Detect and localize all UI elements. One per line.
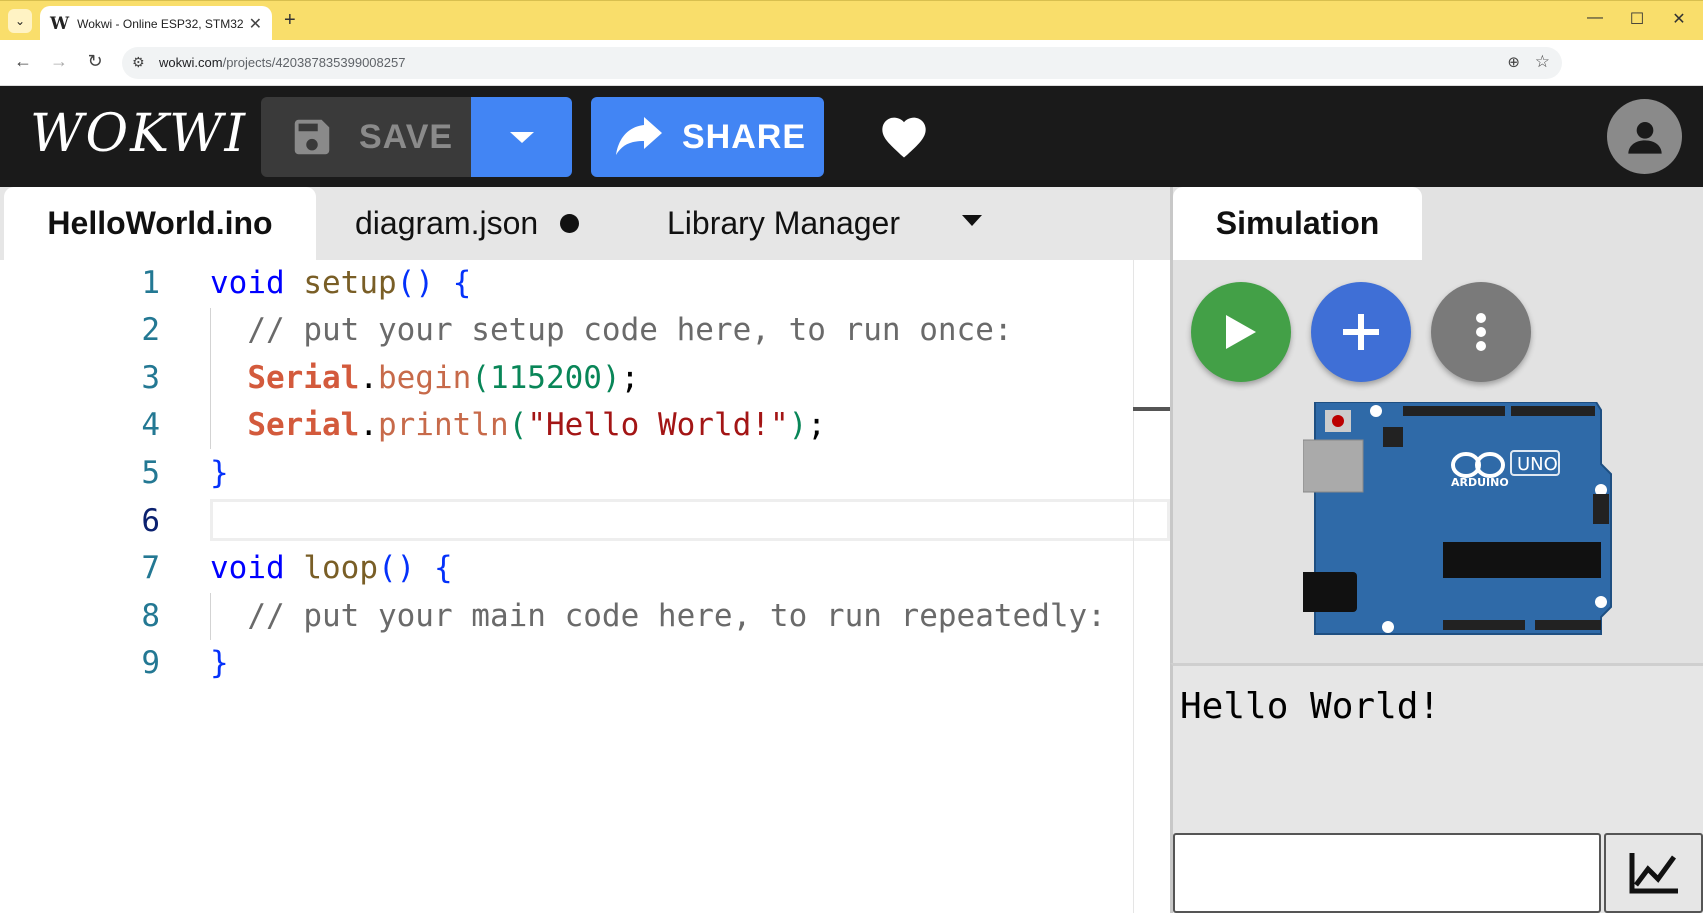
minimize-icon[interactable]: — xyxy=(1580,9,1610,27)
arduino-uno-board[interactable]: ARDUINO UNO xyxy=(1297,401,1613,647)
browser-tab[interactable]: W Wokwi - Online ESP32, STM32, A ✕ xyxy=(40,6,272,41)
heart-icon[interactable] xyxy=(878,110,930,165)
kebab-icon xyxy=(1476,313,1486,351)
back-icon[interactable]: ← xyxy=(11,51,35,72)
add-part-button[interactable] xyxy=(1311,282,1411,382)
save-button[interactable]: SAVE xyxy=(261,97,471,177)
tab-title: Wokwi - Online ESP32, STM32, A xyxy=(77,16,243,31)
bookmark-star-icon[interactable]: ☆ xyxy=(1535,52,1550,72)
board-model-label: UNO xyxy=(1517,454,1558,475)
tab-label: Library Manager xyxy=(667,205,900,241)
board-name-label: ARDUINO xyxy=(1451,476,1509,489)
reload-icon[interactable]: ↻ xyxy=(83,51,107,72)
serial-monitor: Hello World! xyxy=(1170,663,1703,913)
zoom-icon[interactable]: ⊕ xyxy=(1507,53,1520,71)
line-number: 2 xyxy=(141,312,160,348)
new-tab-button[interactable]: + xyxy=(284,9,296,32)
user-account-icon[interactable] xyxy=(1607,99,1682,174)
line-number: 3 xyxy=(141,360,160,396)
current-line-highlight xyxy=(210,499,1170,541)
site-info-icon[interactable]: ⚙ xyxy=(132,54,145,71)
share-button[interactable]: SHARE xyxy=(591,97,824,177)
tab-diagram-json[interactable]: diagram.json xyxy=(355,187,580,260)
line-number: 7 xyxy=(141,550,160,586)
more-tabs-caret-icon[interactable] xyxy=(962,215,982,226)
editor-tab-bar: HelloWorld.ino diagram.json Library Mana… xyxy=(0,187,1170,260)
play-icon xyxy=(1226,315,1256,349)
code-line: void setup() { xyxy=(210,265,472,301)
floppy-disk-icon xyxy=(287,112,337,162)
more-options-button[interactable] xyxy=(1431,282,1531,382)
tab-search-button[interactable]: ⌄ xyxy=(8,9,32,33)
share-label: SHARE xyxy=(682,117,807,156)
save-options-dropdown[interactable] xyxy=(471,97,572,177)
wokwi-logo[interactable]: WOKWI xyxy=(30,104,247,164)
plotter-button[interactable] xyxy=(1604,833,1703,913)
maximize-icon[interactable]: ☐ xyxy=(1622,9,1652,29)
code-line: Serial.println("Hello World!"); xyxy=(247,407,826,443)
save-label: SAVE xyxy=(359,117,454,156)
line-number: 8 xyxy=(141,598,160,634)
code-line: } xyxy=(210,645,229,681)
tab-simulation[interactable]: Simulation xyxy=(1173,187,1422,260)
line-number: 6 xyxy=(141,503,160,539)
url-bar[interactable]: ⚙ wokwi.com/projects/420387835399008257 … xyxy=(122,47,1562,79)
url-text[interactable]: wokwi.com/projects/420387835399008257 xyxy=(159,55,405,70)
serial-input-field[interactable] xyxy=(1173,833,1601,913)
chevron-down-icon: ⌄ xyxy=(14,14,26,28)
tab-label: diagram.json xyxy=(355,205,539,241)
unsaved-dot-icon xyxy=(560,214,580,233)
tab-close-icon[interactable]: ✕ xyxy=(249,14,262,34)
code-line: } xyxy=(210,455,229,491)
chart-line-icon xyxy=(1629,853,1678,894)
code-editor[interactable]: 1 2 3 4 5 6 7 8 9 void setup() { // put … xyxy=(0,260,1170,913)
address-bar-row: ← → ↻ ⚙ wokwi.com/projects/4203878353990… xyxy=(0,40,1703,113)
tab-helloworld-ino[interactable]: HelloWorld.ino xyxy=(4,187,316,260)
line-number: 9 xyxy=(141,645,160,681)
code-line: Serial.begin(115200); xyxy=(247,360,640,396)
forward-icon[interactable]: → xyxy=(47,51,71,72)
caret-down-icon xyxy=(509,131,534,143)
wokwi-favicon: W xyxy=(50,13,70,34)
code-line: // put your main code here, to run repea… xyxy=(247,598,1106,634)
code-line: // put your setup code here, to run once… xyxy=(247,312,1013,348)
line-number: 1 xyxy=(141,265,160,301)
tab-label: HelloWorld.ino xyxy=(47,205,273,241)
overview-ruler-cursor xyxy=(1133,407,1170,411)
editor-scrollbar-track[interactable] xyxy=(1133,260,1134,913)
code-line: void loop() { xyxy=(210,550,453,586)
window-close-icon[interactable]: ✕ xyxy=(1664,9,1694,29)
wokwi-header: WOKWI SAVE SHARE xyxy=(0,86,1703,187)
line-number: 5 xyxy=(141,455,160,491)
share-arrow-icon xyxy=(616,115,664,160)
line-number: 4 xyxy=(141,407,160,443)
browser-tab-bar: ⌄ W Wokwi - Online ESP32, STM32, A ✕ + —… xyxy=(0,0,1703,41)
start-simulation-button[interactable] xyxy=(1191,282,1291,382)
tab-library-manager[interactable]: Library Manager xyxy=(667,187,900,260)
plus-icon xyxy=(1343,314,1379,350)
serial-output: Hello World! xyxy=(1180,686,1441,727)
